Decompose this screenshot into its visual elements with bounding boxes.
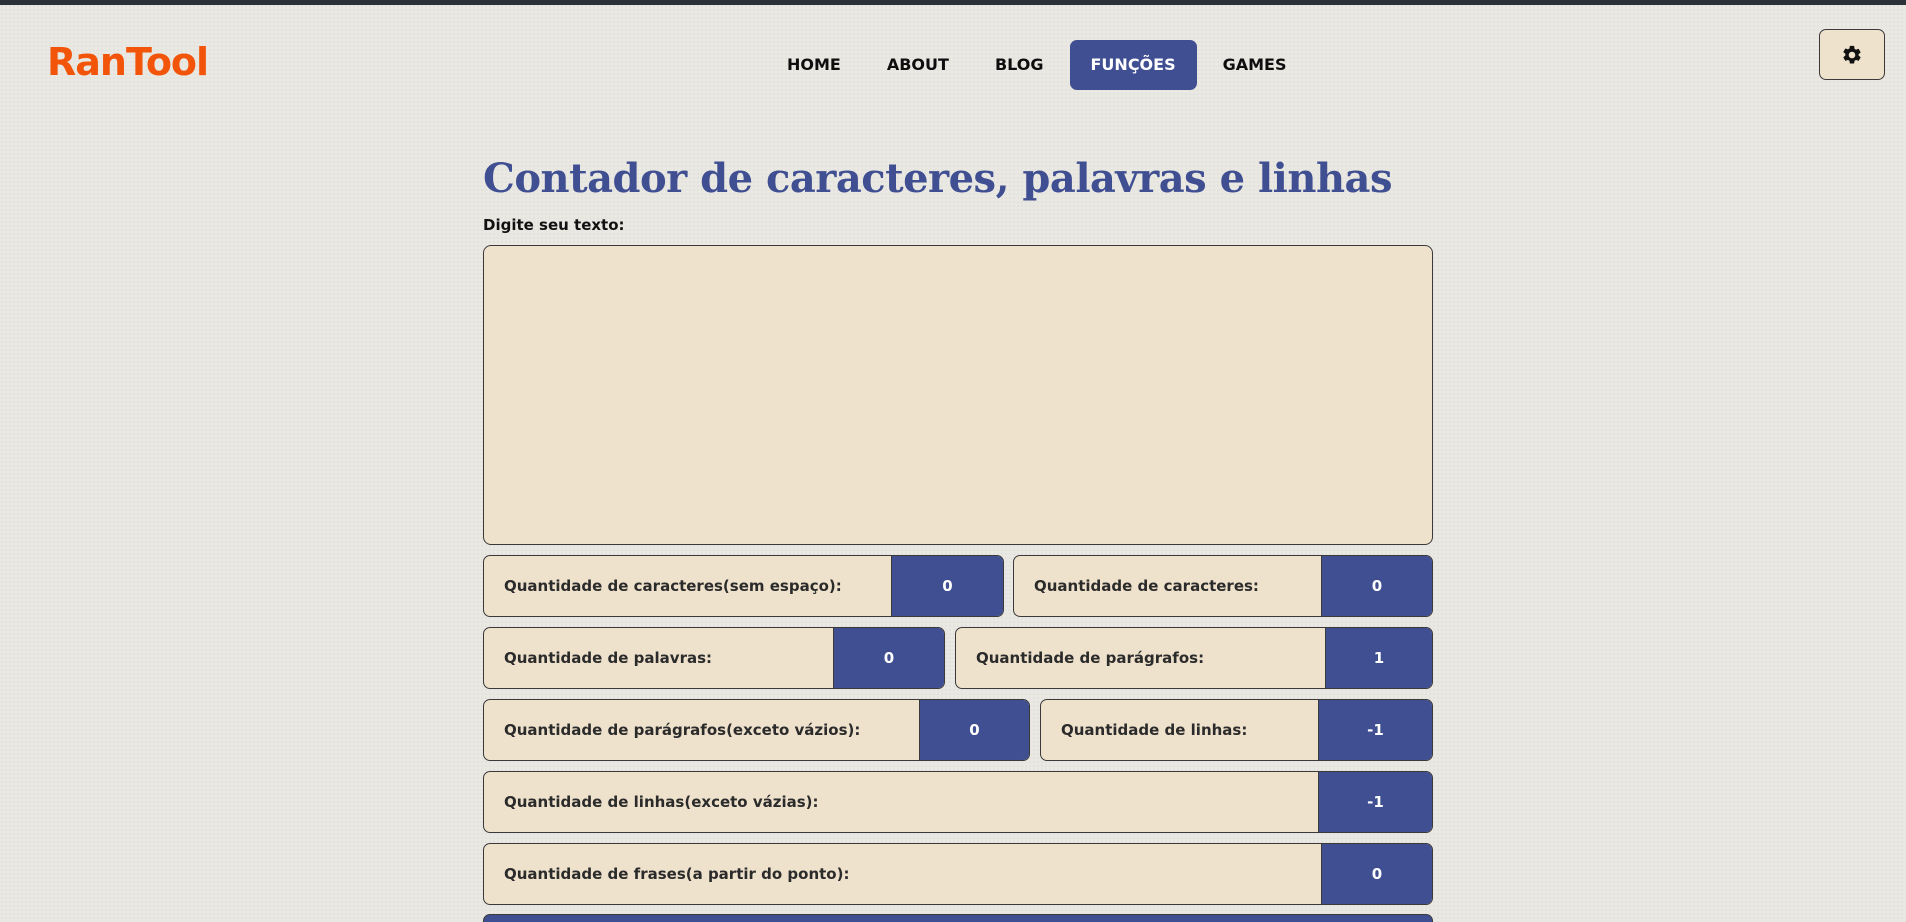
text-input-label: Digite seu texto: — [483, 216, 625, 234]
gear-icon — [1843, 45, 1861, 64]
stat-value: 0 — [833, 628, 944, 688]
top-border — [0, 0, 1906, 5]
nav-funcoes[interactable]: FUNÇÕES — [1069, 40, 1197, 90]
stat-value: -1 — [1318, 772, 1432, 832]
stat-value: 0 — [919, 700, 1029, 760]
stat-value: 0 — [1321, 556, 1432, 616]
stat-lines-nonempty: Quantidade de linhas(exceto vázias): -1 — [483, 771, 1433, 833]
nav-games[interactable]: GAMES — [1200, 40, 1310, 90]
nav-home[interactable]: HOME — [764, 40, 864, 90]
stat-label: Quantidade de palavras: — [504, 649, 713, 667]
main-nav: HOME ABOUT BLOG FUNÇÕES GAMES — [764, 40, 1310, 90]
stat-value: 0 — [1321, 844, 1432, 904]
stat-label: Quantidade de caracteres(sem espaço): — [504, 577, 842, 595]
settings-button[interactable] — [1819, 29, 1885, 80]
stat-label: Quantidade de linhas(exceto vázias): — [504, 793, 819, 811]
stat-sentences: Quantidade de frases(a partir do ponto):… — [483, 843, 1433, 905]
stat-chars-no-space: Quantidade de caracteres(sem espaço): 0 — [483, 555, 1004, 617]
stat-paragraphs-nonempty: Quantidade de parágrafos(exceto vázios):… — [483, 699, 1030, 761]
stat-label: Quantidade de linhas: — [1061, 721, 1248, 739]
stat-label: Quantidade de parágrafos: — [976, 649, 1205, 667]
stat-value: 1 — [1325, 628, 1432, 688]
nav-about[interactable]: ABOUT — [864, 40, 972, 90]
stat-value: -1 — [1318, 700, 1432, 760]
stat-words: Quantidade de palavras: 0 — [483, 627, 945, 689]
stat-value: 0 — [891, 556, 1003, 616]
stat-paragraphs: Quantidade de parágrafos: 1 — [955, 627, 1433, 689]
stat-lines: Quantidade de linhas: -1 — [1040, 699, 1433, 761]
nav-blog[interactable]: BLOG — [972, 40, 1067, 90]
stat-label: Quantidade de caracteres: — [1034, 577, 1259, 595]
bottom-action-bar[interactable] — [483, 914, 1433, 922]
stat-label: Quantidade de frases(a partir do ponto): — [504, 865, 850, 883]
stat-chars: Quantidade de caracteres: 0 — [1013, 555, 1433, 617]
page-title: Contador de caracteres, palavras e linha… — [483, 155, 1392, 202]
text-input[interactable] — [483, 245, 1433, 545]
site-logo[interactable]: RanTool — [47, 40, 209, 84]
stat-label: Quantidade de parágrafos(exceto vázios): — [504, 721, 861, 739]
